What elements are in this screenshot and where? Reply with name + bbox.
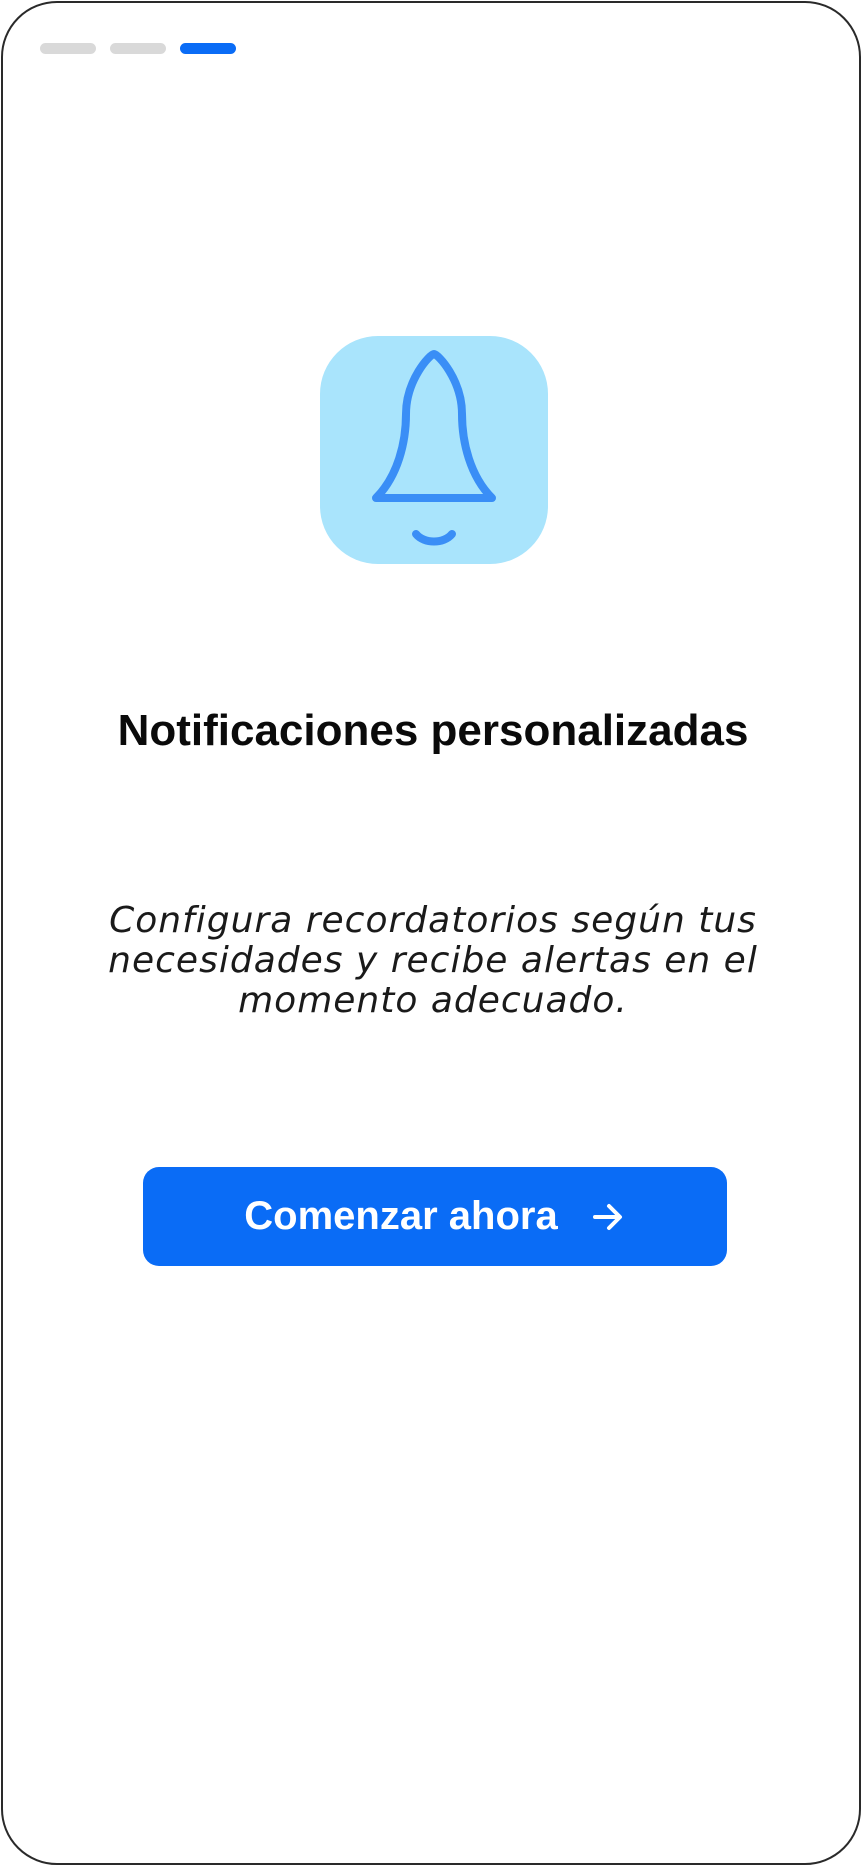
page-title: Notificaciones personalizadas: [117, 706, 749, 755]
hero-icon-tile: [320, 336, 548, 564]
arrow-right-icon: [592, 1203, 622, 1230]
progress-step-3-active: [180, 43, 236, 54]
page-description: Configura recordatorios según tus necesi…: [108, 900, 758, 1021]
progress-step-2: [110, 43, 166, 54]
onboarding-progress: [40, 43, 236, 54]
bell-icon: [372, 350, 496, 546]
onboarding-screen: Notificaciones personalizadas Configura …: [1, 1, 861, 1865]
start-now-button[interactable]: Comenzar ahora: [143, 1167, 727, 1266]
progress-step-1: [40, 43, 96, 54]
start-now-label: Comenzar ahora: [244, 1194, 558, 1238]
